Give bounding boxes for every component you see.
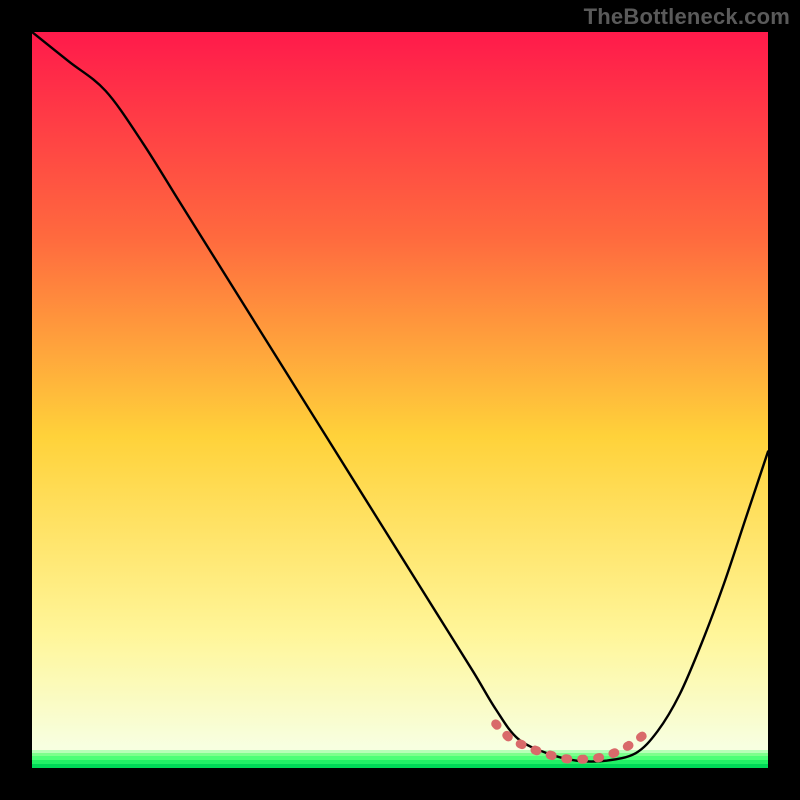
curve-layer (32, 32, 768, 768)
bottleneck-curve (32, 32, 768, 762)
plot-area (32, 32, 768, 768)
optimal-range-markers (496, 724, 643, 760)
chart-frame: TheBottleneck.com (0, 0, 800, 800)
watermark-text: TheBottleneck.com (584, 4, 790, 30)
